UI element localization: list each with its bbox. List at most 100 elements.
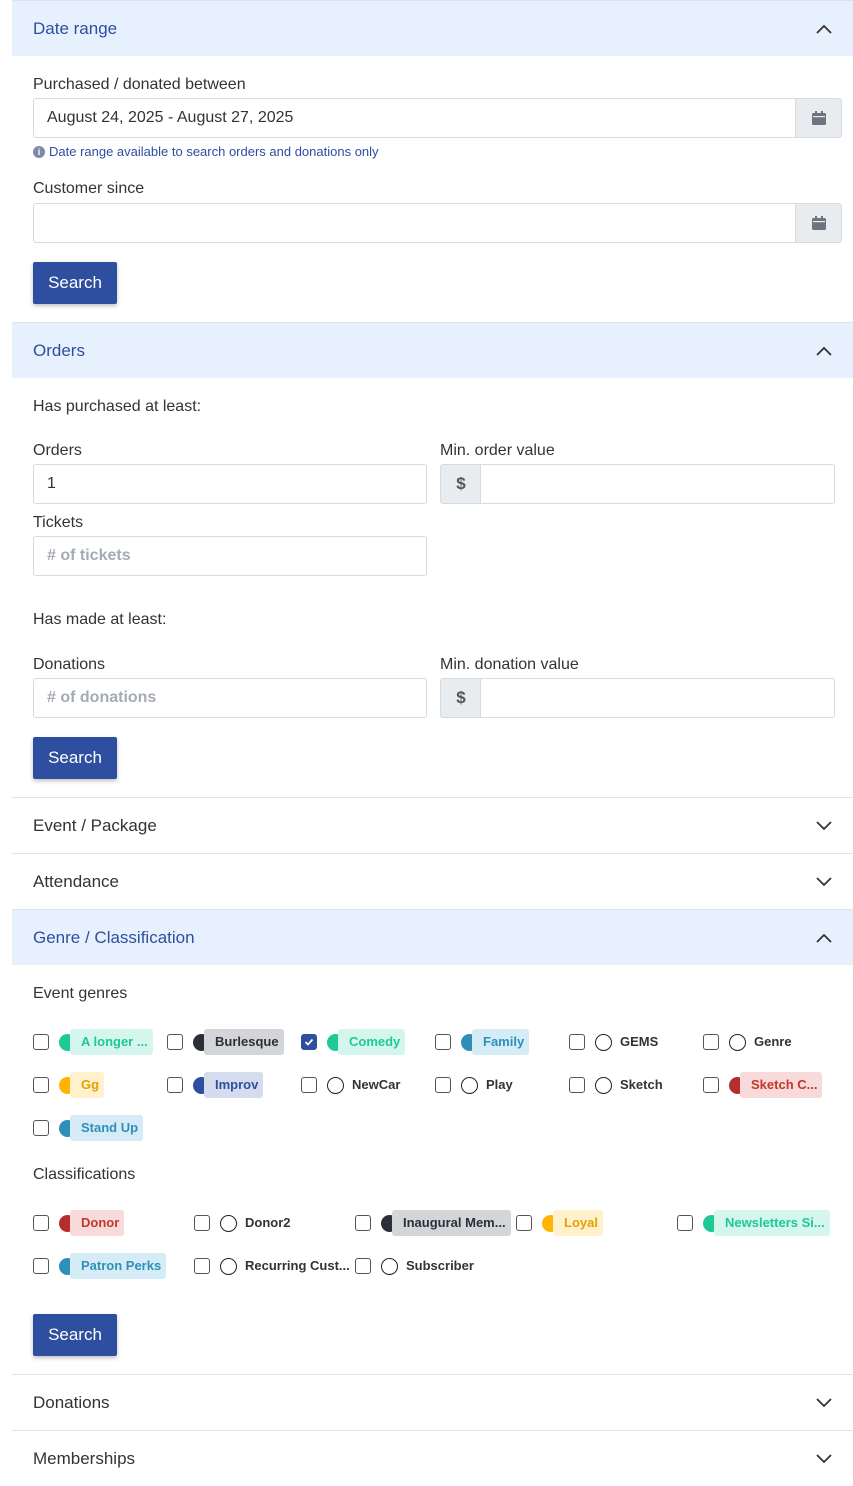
checkbox-option[interactable]: Gg	[33, 1072, 105, 1098]
calendar-button[interactable]	[795, 203, 842, 243]
section-header-date-range[interactable]: Date range	[12, 0, 853, 56]
option-label: NewCar	[352, 1077, 401, 1092]
color-dot-icon	[220, 1257, 237, 1275]
checkbox[interactable]	[301, 1077, 317, 1093]
min-order-value-input[interactable]	[480, 464, 835, 504]
color-dot-icon	[220, 1214, 237, 1232]
checkbox[interactable]	[435, 1034, 451, 1050]
checkbox-option[interactable]: Genre	[703, 1029, 797, 1055]
checkbox-option[interactable]: Sketch	[569, 1072, 668, 1098]
search-button[interactable]: Search	[33, 737, 117, 779]
checkbox-option[interactable]: Stand Up	[33, 1115, 144, 1141]
checkbox[interactable]	[355, 1258, 371, 1274]
section-header-memberships[interactable]: Memberships	[12, 1430, 853, 1486]
chevron-up-icon	[816, 346, 832, 356]
section-title: Attendance	[33, 871, 120, 891]
checkbox-option[interactable]: Family	[435, 1029, 530, 1055]
min-donation-value-label: Min. donation value	[440, 656, 579, 673]
checkbox[interactable]	[516, 1215, 532, 1231]
customer-since-input[interactable]	[33, 203, 797, 243]
checkbox[interactable]	[569, 1034, 585, 1050]
currency-addon: $	[440, 678, 482, 718]
info-icon: i	[33, 145, 45, 158]
search-button[interactable]: Search	[33, 1314, 117, 1356]
option-label: GEMS	[620, 1034, 659, 1049]
section-header-event-package[interactable]: Event / Package	[12, 797, 853, 853]
checkbox[interactable]	[167, 1034, 183, 1050]
checkbox[interactable]	[569, 1077, 585, 1093]
section-title: Memberships	[33, 1448, 136, 1468]
search-filters-panel: Date range Purchased / donated between A…	[12, 0, 853, 1486]
currency-addon: $	[440, 464, 482, 504]
min-donation-value-input[interactable]	[480, 678, 835, 718]
orders-input[interactable]: 1	[33, 464, 427, 504]
checkbox-option[interactable]: Inaugural Mem...	[355, 1210, 511, 1236]
section-title: Donations	[33, 1392, 110, 1412]
checkbox[interactable]	[33, 1258, 49, 1274]
checkbox[interactable]	[33, 1034, 49, 1050]
checkbox-option[interactable]: Burlesque	[167, 1029, 284, 1055]
option-label: Donor2	[245, 1215, 291, 1230]
checkbox[interactable]	[33, 1120, 49, 1136]
checkbox[interactable]	[194, 1215, 210, 1231]
chevron-down-icon	[816, 1397, 832, 1407]
calendar-button[interactable]	[795, 98, 842, 138]
option-label: Newsletters Si...	[714, 1210, 830, 1236]
checkbox-option[interactable]: Recurring Cust...	[194, 1253, 355, 1279]
section-header-orders[interactable]: Orders	[12, 322, 853, 378]
tickets-label: Tickets	[33, 514, 84, 531]
section-header-attendance[interactable]: Attendance	[12, 853, 853, 909]
option-label: Play	[486, 1077, 513, 1092]
section-header-donations[interactable]: Donations	[12, 1374, 853, 1430]
checkbox[interactable]	[703, 1034, 719, 1050]
chevron-down-icon	[816, 1453, 832, 1463]
checkbox-option[interactable]: NewCar	[301, 1072, 405, 1098]
checkbox-option[interactable]: Sketch C...	[703, 1072, 823, 1098]
date-range-hint: i Date range available to search orders …	[33, 144, 379, 159]
checkbox-option[interactable]: Comedy	[301, 1029, 406, 1055]
section-body-genre-classification: Event genres A longer ... Burlesque Comedy…	[12, 965, 853, 1374]
checkbox[interactable]	[677, 1215, 693, 1231]
option-label: Genre	[754, 1034, 792, 1049]
checkbox-option[interactable]: Improv	[167, 1072, 264, 1098]
section-title: Genre / Classification	[33, 927, 195, 947]
has-made-heading: Has made at least:	[33, 611, 167, 628]
checkbox-option[interactable]: GEMS	[569, 1029, 663, 1055]
section-body-orders: Has purchased at least: Orders 1 Min. or…	[12, 378, 853, 797]
calendar-icon	[811, 216, 826, 230]
checkbox[interactable]	[703, 1077, 719, 1093]
checkbox-option[interactable]: Loyal	[516, 1210, 603, 1236]
section-title: Date range	[33, 18, 118, 38]
option-label: Loyal	[553, 1210, 603, 1236]
color-dot-icon	[595, 1076, 612, 1094]
tickets-input[interactable]: # of tickets	[33, 536, 427, 576]
checkbox-option[interactable]: Play	[435, 1072, 518, 1098]
donations-input[interactable]: # of donations	[33, 678, 427, 718]
checkbox-option[interactable]: Patron Perks	[33, 1253, 167, 1279]
section-header-genre-classification[interactable]: Genre / Classification	[12, 909, 853, 965]
has-purchased-heading: Has purchased at least:	[33, 398, 202, 415]
color-dot-icon	[595, 1033, 612, 1051]
checkbox[interactable]	[33, 1077, 49, 1093]
checkbox[interactable]	[355, 1215, 371, 1231]
purchased-between-input[interactable]: August 24, 2025 - August 27, 2025	[33, 98, 797, 138]
option-label: Stand Up	[70, 1115, 144, 1141]
section-title: Event / Package	[33, 815, 157, 835]
check-icon	[304, 1038, 314, 1046]
checkbox[interactable]	[167, 1077, 183, 1093]
checkbox-option[interactable]: A longer ...	[33, 1029, 153, 1055]
search-button[interactable]: Search	[33, 262, 117, 304]
checkbox[interactable]	[194, 1258, 210, 1274]
orders-label: Orders	[33, 442, 82, 459]
checkbox-option[interactable]: Newsletters Si...	[677, 1210, 830, 1236]
chevron-up-icon	[816, 933, 832, 943]
checkbox-option[interactable]: Donor	[33, 1210, 125, 1236]
checkbox-option[interactable]: Donor2	[194, 1210, 296, 1236]
option-label: Inaugural Mem...	[392, 1210, 511, 1236]
min-order-value-label: Min. order value	[440, 442, 555, 459]
checkbox[interactable]	[435, 1077, 451, 1093]
checkbox[interactable]	[301, 1034, 317, 1050]
checkbox-option[interactable]: Subscriber	[355, 1253, 479, 1279]
checkbox[interactable]	[33, 1215, 49, 1231]
option-label: Comedy	[338, 1029, 406, 1055]
